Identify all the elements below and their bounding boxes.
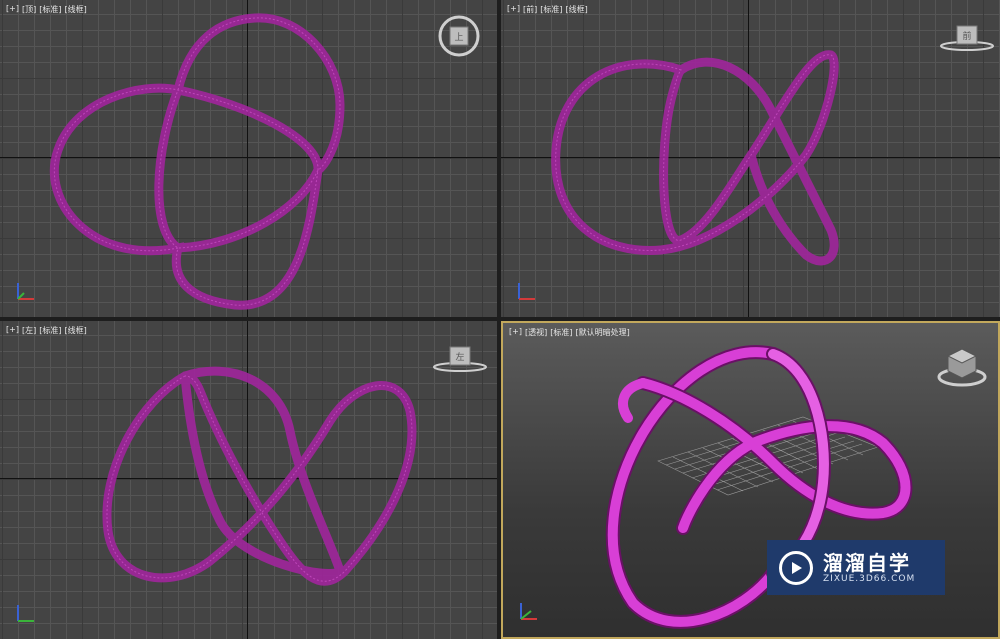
- viewport-label[interactable]: [+] [前] [标准] [线框]: [507, 4, 588, 15]
- view-name-button[interactable]: [前]: [523, 4, 537, 15]
- display-mode-button[interactable]: [线框]: [64, 325, 86, 336]
- shading-button[interactable]: [标准]: [39, 325, 61, 336]
- display-mode-button[interactable]: [线框]: [565, 4, 587, 15]
- viewport-front[interactable]: [+] [前] [标准] [线框] 前: [501, 0, 1000, 317]
- axis-tripod-icon: [14, 279, 38, 303]
- display-mode-button[interactable]: [线框]: [64, 4, 86, 15]
- view-cube-face: 左: [455, 351, 464, 363]
- view-cube-face: 前: [962, 30, 971, 42]
- knot-wireframe[interactable]: [0, 321, 497, 639]
- viewport-label[interactable]: [+] [透视] [标准] [默认明暗处理]: [509, 327, 630, 338]
- viewport-top[interactable]: [+] [顶] [标准] [线框] 上: [0, 0, 497, 317]
- shading-button[interactable]: [标准]: [550, 327, 572, 338]
- view-name-button[interactable]: [左]: [22, 325, 36, 336]
- knot-wireframe[interactable]: [501, 0, 1000, 317]
- view-cube-icon[interactable]: [937, 345, 987, 387]
- play-logo-icon: [779, 550, 813, 585]
- watermark-title: 溜溜自学: [823, 550, 911, 575]
- view-cube-face: 上: [454, 32, 463, 43]
- axis-tripod-icon: [517, 599, 541, 623]
- viewport-menu-button[interactable]: [+]: [509, 327, 522, 338]
- view-cube-icon[interactable]: 左: [432, 343, 488, 373]
- view-cube-icon[interactable]: 上: [437, 14, 481, 58]
- watermark: 溜溜自学 ZIXUE.3D66.COM: [767, 540, 945, 595]
- viewport-menu-button[interactable]: [+]: [6, 325, 19, 336]
- viewport-menu-button[interactable]: [+]: [6, 4, 19, 15]
- viewport-label[interactable]: [+] [顶] [标准] [线框]: [6, 4, 87, 15]
- view-name-button[interactable]: [顶]: [22, 4, 36, 15]
- axis-tripod-icon: [515, 279, 539, 303]
- view-name-button[interactable]: [透视]: [525, 327, 547, 338]
- axis-tripod-icon: [14, 601, 38, 625]
- viewport-left[interactable]: [+] [左] [标准] [线框] 左: [0, 321, 497, 639]
- display-mode-button[interactable]: [默认明暗处理]: [575, 327, 629, 338]
- viewport-label[interactable]: [+] [左] [标准] [线框]: [6, 325, 87, 336]
- view-cube-icon[interactable]: 前: [939, 22, 995, 52]
- shading-button[interactable]: [标准]: [540, 4, 562, 15]
- shading-button[interactable]: [标准]: [39, 4, 61, 15]
- watermark-url: ZIXUE.3D66.COM: [823, 573, 916, 584]
- knot-wireframe[interactable]: [0, 0, 497, 317]
- viewport-menu-button[interactable]: [+]: [507, 4, 520, 15]
